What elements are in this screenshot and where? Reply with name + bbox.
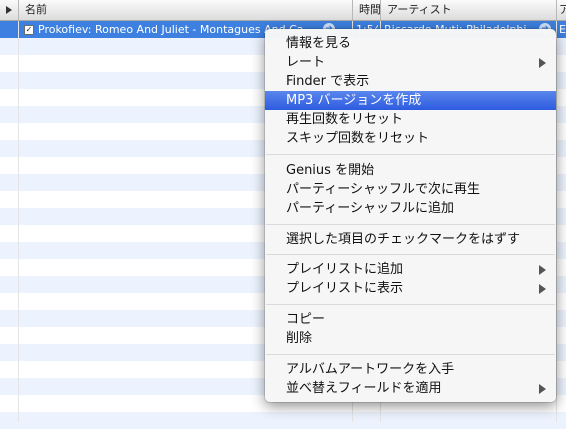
menu-item-party-shuffle-play-next[interactable]: パーティーシャッフルで次に再生	[265, 180, 556, 199]
menu-item-label: スキップ回数をリセット	[286, 131, 430, 146]
menu-item-label: 並べ替えフィールドを適用	[286, 381, 442, 396]
context-menu: 情報を見る レート Finder で表示 MP3 バージョンを作成 再生回数をリ…	[265, 29, 556, 402]
submenu-arrow-icon	[539, 58, 546, 68]
column-divider	[18, 21, 19, 422]
menu-item-label: プレイリストに表示	[286, 281, 404, 296]
disclosure-triangle-icon	[6, 6, 12, 14]
menu-item-rating[interactable]: レート	[265, 53, 556, 72]
menu-item-show-in-finder[interactable]: Finder で表示	[265, 72, 556, 91]
menu-item-label: 選択した項目のチェックマークをはずす	[286, 232, 521, 247]
menu-item-reset-skip-count[interactable]: スキップ回数をリセット	[265, 129, 556, 148]
menu-item-create-mp3[interactable]: MP3 バージョンを作成	[265, 91, 556, 110]
menu-item-label: Finder で表示	[286, 74, 370, 89]
menu-separator	[266, 304, 555, 305]
menu-separator	[266, 254, 555, 255]
menu-item-label: アルバムアートワークを入手	[286, 362, 455, 377]
menu-item-label: パーティーシャッフルに追加	[286, 201, 454, 216]
menu-item-label: プレイリストに追加	[286, 262, 404, 277]
submenu-arrow-icon	[539, 284, 546, 294]
menu-item-label: コピー	[286, 312, 326, 327]
column-header-name[interactable]: 名前	[18, 0, 352, 20]
menu-item-show-in-playlist[interactable]: プレイリストに表示	[265, 279, 556, 298]
menu-item-uncheck-selection[interactable]: 選択した項目のチェックマークをはずす	[265, 230, 556, 249]
track-checkbox[interactable]: ✓	[24, 25, 34, 35]
menu-item-label: 再生回数をリセット	[286, 112, 404, 127]
menu-item-get-info[interactable]: 情報を見る	[265, 34, 556, 53]
menu-item-label: 削除	[286, 331, 313, 346]
menu-item-apply-sort-field[interactable]: 並べ替えフィールドを適用	[265, 379, 556, 398]
submenu-arrow-icon	[539, 384, 546, 394]
menu-separator	[266, 354, 555, 355]
column-header-artist[interactable]: アーティスト	[380, 0, 556, 20]
sort-toggle-button[interactable]	[0, 0, 18, 20]
menu-item-delete[interactable]: 削除	[265, 329, 556, 348]
menu-item-get-album-artwork[interactable]: アルバムアートワークを入手	[265, 360, 556, 379]
menu-item-label: 情報を見る	[286, 36, 352, 51]
submenu-arrow-icon	[539, 265, 546, 275]
track-album-partial: E	[559, 23, 566, 36]
menu-item-label: パーティーシャッフルで次に再生	[286, 182, 480, 197]
menu-item-copy[interactable]: コピー	[265, 310, 556, 329]
menu-item-add-to-playlist[interactable]: プレイリストに追加	[265, 260, 556, 279]
menu-item-reset-play-count[interactable]: 再生回数をリセット	[265, 110, 556, 129]
table-header: 名前 時間 アーティスト ア	[0, 0, 566, 21]
menu-item-party-shuffle-add[interactable]: パーティーシャッフルに追加	[265, 199, 556, 218]
menu-item-start-genius[interactable]: Genius を開始	[265, 161, 556, 180]
column-header-time[interactable]: 時間	[352, 0, 380, 20]
menu-item-label: レート	[286, 55, 326, 70]
column-header-album[interactable]: ア	[556, 0, 566, 20]
table-row[interactable]	[0, 412, 566, 429]
menu-separator	[266, 224, 555, 225]
menu-separator	[266, 154, 555, 155]
column-divider	[556, 21, 557, 422]
menu-item-label: Genius を開始	[286, 163, 375, 178]
menu-item-label: MP3 バージョンを作成	[286, 93, 422, 108]
